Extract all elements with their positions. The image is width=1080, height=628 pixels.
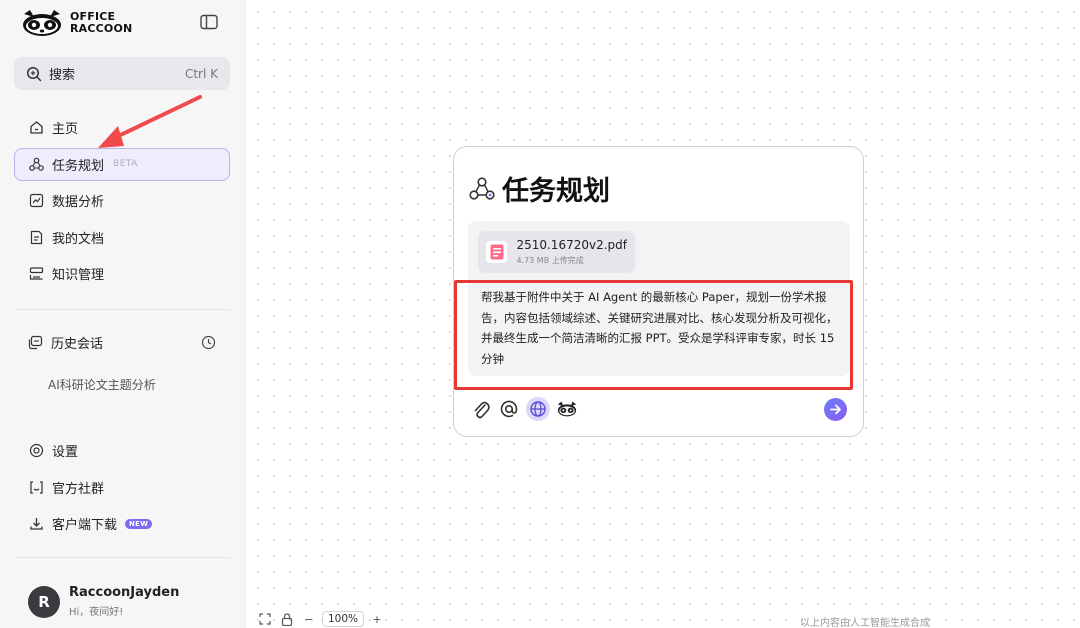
settings-icon: [29, 443, 44, 458]
sidebar-item-knowledge[interactable]: 知识管理: [14, 257, 230, 290]
canvas[interactable]: 任务规划 2510.16720v2.pdf 4.73 MB 上传完成 帮我基于附…: [246, 0, 1080, 628]
zoom-level[interactable]: 100%: [322, 611, 365, 627]
zoom-out-button[interactable]: −: [300, 611, 318, 627]
attached-file-chip[interactable]: 2510.16720v2.pdf 4.73 MB 上传完成: [478, 231, 635, 273]
chart-icon: [29, 193, 44, 208]
brand-line2: RACCOON: [70, 22, 133, 35]
arrow-right-icon: [830, 404, 841, 415]
attach-button[interactable]: [470, 398, 492, 420]
sidebar-item-label: 设置: [52, 445, 79, 460]
raccoon-icon: [557, 401, 577, 417]
document-icon: [30, 230, 43, 244]
search-bar[interactable]: 搜索 Ctrl K: [14, 57, 230, 90]
download-icon: [30, 518, 43, 530]
fit-screen-button[interactable]: [256, 611, 274, 627]
main-nav: 主页 任务规划 BETA 数据分析 我的文档 知识管理: [14, 111, 230, 294]
task-planning-card: 任务规划 2510.16720v2.pdf 4.73 MB 上传完成 帮我基于附…: [453, 146, 864, 437]
card-title-text: 任务规划: [502, 176, 610, 207]
sidebar-item-data-analysis[interactable]: 数据分析: [14, 184, 230, 217]
divider: [14, 557, 230, 558]
paperclip-icon: [474, 401, 490, 419]
input-toolbar: [470, 397, 578, 421]
avatar: R: [28, 585, 60, 618]
mention-button[interactable]: [498, 398, 520, 420]
history-header[interactable]: 历史会话: [14, 326, 230, 359]
sidebar-item-settings[interactable]: 设置: [14, 434, 230, 467]
sidebar-item-task-planning[interactable]: 任务规划 BETA: [14, 147, 230, 181]
sidebar-item-label: 主页: [52, 122, 79, 137]
user-greeting: Hi，夜间好!: [69, 607, 124, 618]
file-name: 2510.16720v2.pdf: [516, 238, 627, 252]
sidebar-item-download[interactable]: 客户端下载 NEW: [14, 507, 230, 540]
brand-logo[interactable]: OFFICE RACCOON: [20, 8, 132, 38]
sidebar-item-label: 我的文档: [52, 231, 105, 247]
community-icon: [30, 480, 43, 494]
zoom-in-button[interactable]: +: [368, 611, 386, 627]
chat-history-icon: [28, 335, 43, 350]
brand-name: OFFICE RACCOON: [70, 11, 132, 35]
user-profile[interactable]: R RaccoonJayden Hi，夜间好!: [28, 585, 179, 618]
beta-badge: BETA: [113, 159, 138, 169]
sidebar-item-home[interactable]: 主页: [14, 111, 230, 144]
sidebar-item-community[interactable]: 官方社群: [14, 471, 230, 504]
web-search-toggle[interactable]: [526, 397, 550, 421]
sidebar-item-label: 数据分析: [52, 195, 105, 210]
home-icon: [30, 121, 43, 134]
sidebar-item-label: 任务规划: [52, 158, 105, 174]
search-shortcut: Ctrl K: [184, 66, 218, 81]
divider: [14, 309, 230, 310]
card-title: 任务规划: [468, 169, 610, 208]
at-icon: [500, 400, 518, 418]
raccoon-agent-button[interactable]: [556, 398, 578, 420]
user-name: RaccoonJayden: [69, 585, 180, 600]
lock-button[interactable]: [278, 611, 296, 627]
task-planning-icon: [29, 157, 44, 171]
clock-icon[interactable]: [201, 335, 216, 350]
raccoon-logo-icon: [23, 10, 61, 36]
red-highlight-box: [454, 280, 853, 390]
search-label: 搜索: [49, 68, 76, 83]
ai-generated-note: 以上内容由人工智能生成合成: [800, 618, 930, 628]
sidebar-item-label: 客户端下载: [52, 518, 118, 533]
search-icon: [26, 66, 42, 81]
globe-icon: [530, 401, 546, 417]
sidebar-item-label: 官方社群: [52, 481, 105, 497]
sidebar-item-label: 知识管理: [52, 268, 105, 283]
bottom-nav: 设置 官方社群 客户端下载 NEW: [14, 434, 230, 544]
history-item[interactable]: AI科研论文主题分析: [48, 376, 156, 393]
new-badge: NEW: [125, 518, 153, 529]
zoom-controls: − 100% +: [256, 611, 386, 627]
send-button[interactable]: [824, 398, 847, 421]
pdf-file-icon: [486, 241, 508, 263]
task-planning-icon: [469, 176, 495, 200]
lock-icon: [281, 612, 293, 626]
sidebar-item-my-documents[interactable]: 我的文档: [14, 221, 230, 254]
fullscreen-icon: [259, 613, 271, 625]
sidebar: OFFICE RACCOON 搜索 Ctrl K 主页 任务规划 BETA 数据…: [0, 0, 245, 628]
knowledge-icon: [29, 267, 44, 280]
file-meta: 4.73 MB 上传完成: [516, 256, 584, 265]
sidebar-collapse-icon[interactable]: [200, 14, 218, 30]
history-label: 历史会话: [51, 337, 104, 352]
